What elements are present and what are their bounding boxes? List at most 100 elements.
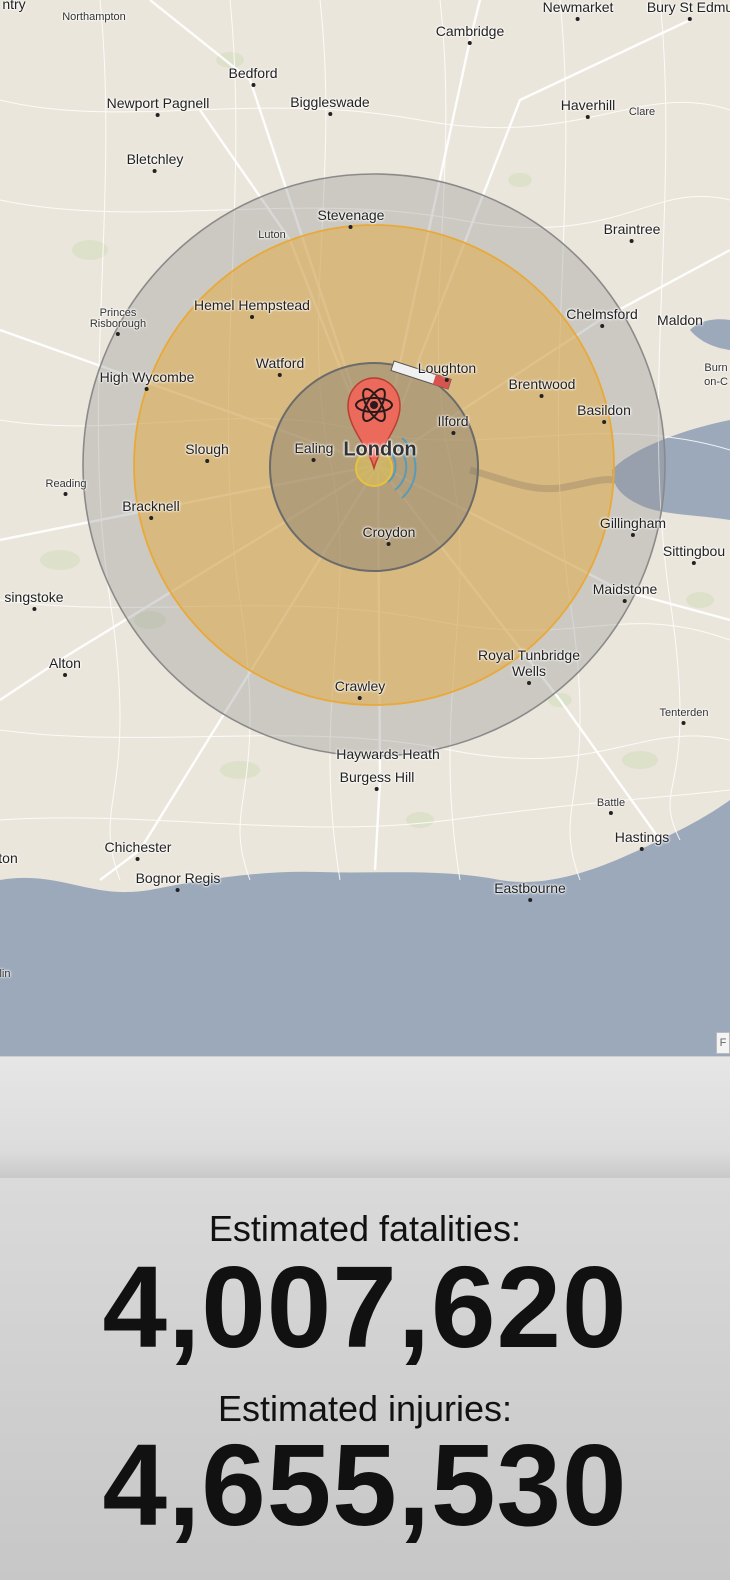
place-name: Watford [255,355,305,371]
place-label-alton: Alton [49,655,81,677]
place-label-cambridge: Cambridge [436,23,504,45]
town-dot-icon [149,516,153,520]
town-dot-icon [692,561,696,565]
town-dot-icon [386,542,391,546]
casualty-results: Estimated fatalities: 4,007,620 Estimate… [0,1178,730,1580]
place-name: Chichester [104,839,172,855]
place-label-basingstoke: singstoke [4,589,64,611]
place-name: Cambridge [435,23,505,39]
place-name: Ilford [437,413,469,429]
town-dot-icon [357,696,362,700]
place-label-bognor-regis: Bognor Regis [135,870,221,892]
place-label-bracknell: Bracknell [122,498,180,520]
place-name: Haywards Heath [336,746,440,762]
place-label-slough: Slough [185,441,229,463]
place-name: Hastings [614,829,670,845]
place-label-hemel-hempstead: Hemel Hempstead [194,297,310,319]
place-name: Hemel Hempstead [194,297,310,313]
place-label-maidstone: Maidstone [593,581,657,603]
place-name: ton [0,850,18,866]
place-label-hastings: Hastings [615,829,669,851]
town-dot-icon [688,17,692,21]
place-label-basildon: Basildon [577,402,631,424]
town-dot-icon [540,394,544,398]
town-dot-icon [575,17,580,21]
town-dot-icon [374,787,379,791]
town-dot-icon [640,847,644,851]
place-name: Maldon [657,312,703,328]
place-label-wells: Wells [512,663,546,685]
town-dot-icon [600,324,604,328]
place-label-princes-risborough-2: Risborough [90,318,146,336]
town-dot-icon [135,857,140,861]
place-name: Sittingbou [662,543,726,559]
place-label-high-wycombe: High Wycombe [100,369,194,391]
place-label-crawley: Crawley [334,678,386,700]
place-label-edge-ntry: ntry [2,0,25,12]
injuries-value: 4,655,530 [102,1420,628,1550]
map-view[interactable]: Northampton Newmarket Bury St Edmu Cambridg… [0,0,730,1056]
place-label-chelmsford: Chelmsford [566,306,638,328]
place-label-eastbourne: Eastbourne [494,880,566,902]
place-label-sittingbourne: Sittingbou [663,543,725,565]
place-name: Burn [704,362,728,374]
place-label-burnham: Burn [704,362,727,374]
place-name: Risborough [89,318,147,330]
place-name: Bury St Edmu [646,0,730,15]
place-label-brentwood: Brentwood [508,376,576,398]
place-label-burgess-hill: Burgess Hill [339,769,415,791]
place-name: Battle [596,797,626,809]
place-name: Reading [45,478,87,490]
place-label-london: London [343,439,416,462]
place-name: Basildon [577,402,631,418]
town-dot-icon [608,811,613,815]
town-dot-icon [527,898,532,902]
place-label-clare: Clare [629,106,655,118]
town-dot-icon [155,113,160,117]
place-label-stevenage: Stevenage [317,207,385,229]
town-dot-icon [278,373,282,377]
place-label-haverhill: Haverhill [561,97,615,119]
place-name: Burgess Hill [339,769,415,785]
town-dot-icon [682,721,686,725]
town-dot-icon [311,458,316,462]
place-label-ealing: Ealing [294,440,334,462]
place-name: singstoke [4,589,64,605]
town-dot-icon [32,607,36,611]
town-dot-icon [445,378,449,382]
place-label-bury-st-edmunds: Bury St Edmu [647,0,730,21]
place-label-chichester: Chichester [104,839,172,861]
place-label-tenterden: Tenterden [659,707,709,725]
place-label-edge-ton: ton [0,850,18,866]
place-label-ilford: Ilford [437,413,469,435]
town-dot-icon [623,599,627,603]
town-dot-icon [62,673,67,677]
place-name: Crawley [334,678,386,694]
place-name: Newmarket [542,0,614,15]
place-name: Bracknell [122,498,180,514]
place-name: ntry [2,0,26,12]
place-label-haywards-heath: Haywards Heath [336,746,440,762]
place-name: Clare [628,106,656,118]
place-name: Biggleswade [290,94,370,110]
place-label-croydon: Croydon [362,524,416,546]
town-dot-icon [630,533,635,537]
place-name: Stevenage [317,207,385,223]
divider-band [0,1056,730,1178]
place-label-gillingham: Gillingham [600,515,666,537]
town-dot-icon [601,420,606,424]
place-name: Tenterden [659,707,709,719]
place-name: Bognor Regis [135,870,221,886]
place-name: Royal Tunbridge [478,647,580,663]
town-dot-icon [451,431,455,435]
place-name: Newport Pagnell [106,95,210,111]
town-dot-icon [144,387,149,391]
town-dot-icon [175,888,180,892]
place-label-loughton: Loughton [418,360,476,382]
place-name: Ealing [294,440,334,456]
map-attribution[interactable]: F [716,1032,730,1054]
place-name: Croydon [362,524,416,540]
town-dot-icon [586,115,590,119]
town-dot-icon [327,112,332,116]
place-name: Brentwood [508,376,576,392]
